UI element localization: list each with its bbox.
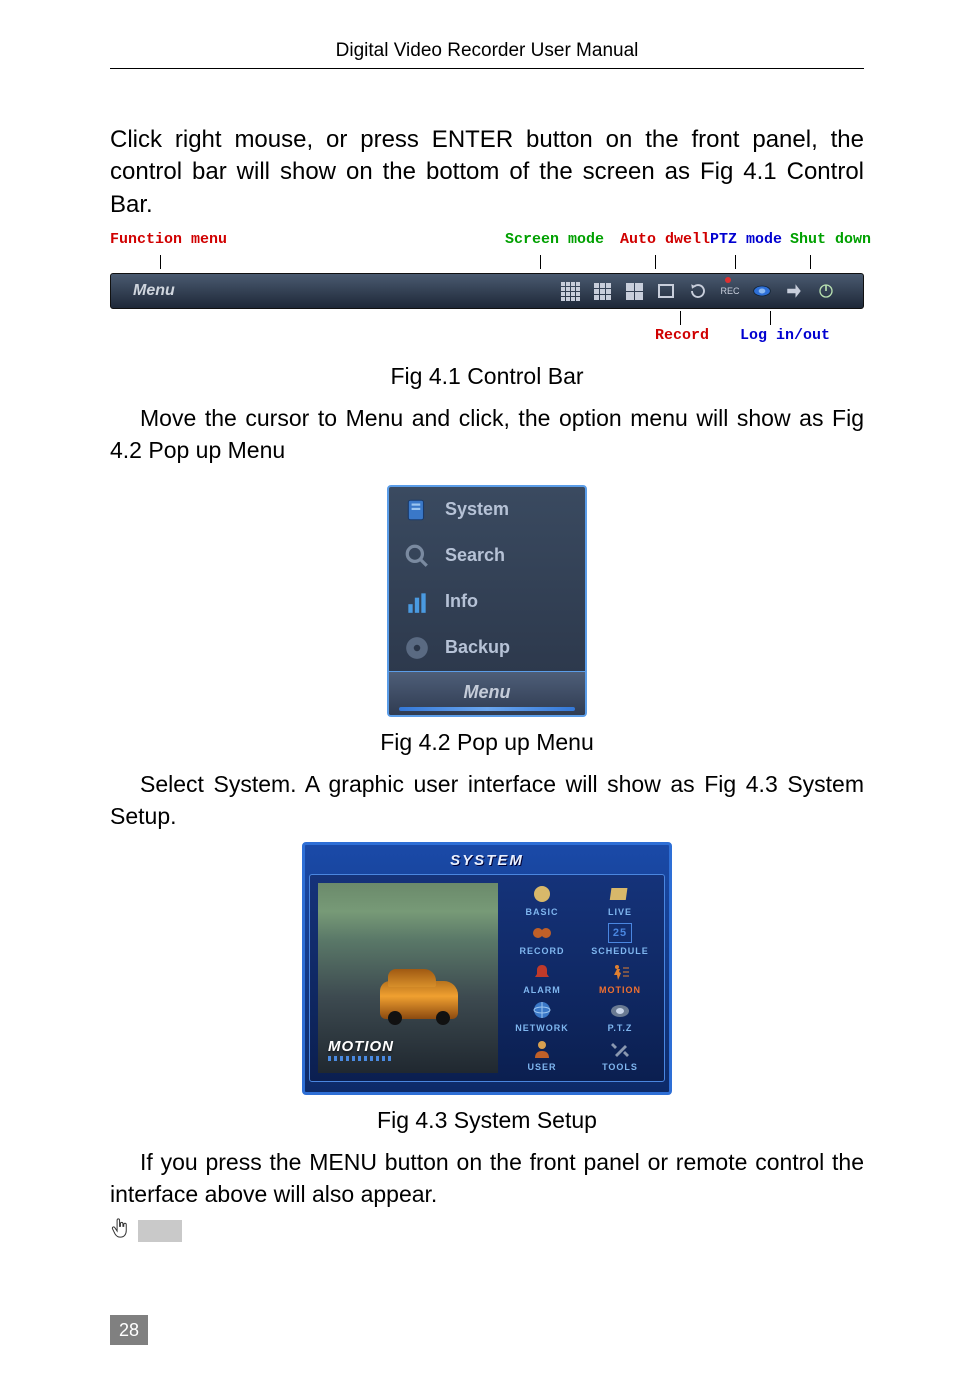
grid-9-icon[interactable] — [591, 281, 613, 301]
motion-icon — [607, 961, 633, 983]
caption-2: Fig 4.2 Pop up Menu — [110, 729, 864, 756]
auto-dwell-icon[interactable] — [687, 281, 709, 301]
figure-control-bar: Function menu Screen mode Auto dwell PTZ… — [110, 231, 864, 351]
paragraph-1: Click right mouse, or press ENTER button… — [110, 124, 864, 221]
ptz-icon[interactable] — [751, 281, 773, 301]
control-bar: Menu REC — [110, 273, 864, 309]
cell-schedule[interactable]: 25 SCHEDULE — [584, 922, 656, 957]
cell-live[interactable]: LIVE — [584, 883, 656, 918]
cell-network[interactable]: NETWORK — [506, 999, 578, 1034]
tip-placeholder — [138, 1220, 182, 1242]
paragraph-4: If you press the MENU button on the fron… — [110, 1146, 864, 1210]
popup-item-info[interactable]: Info — [389, 579, 585, 625]
page-number: 28 — [110, 1315, 148, 1345]
hand-tip-row — [110, 1216, 864, 1245]
popup-item-system[interactable]: System — [389, 487, 585, 533]
ptz-cell-icon — [607, 999, 633, 1021]
car-icon — [380, 981, 458, 1019]
top-ticks — [110, 255, 864, 273]
system-icon — [403, 497, 431, 523]
login-icon[interactable] — [783, 281, 805, 301]
search-icon — [403, 543, 431, 569]
caption-3: Fig 4.3 System Setup — [110, 1107, 864, 1134]
tools-icon — [607, 1038, 633, 1060]
bottom-ticks — [110, 309, 864, 327]
page-header: Digital Video Recorder User Manual — [110, 40, 864, 69]
popup-item-search[interactable]: Search — [389, 533, 585, 579]
network-icon — [529, 999, 555, 1021]
paragraph-2: Move the cursor to Menu and click, the o… — [110, 402, 864, 466]
figure-system-setup: SYSTEM MOTION BASIC LIVE RECORD — [302, 842, 672, 1095]
grid-4-icon[interactable] — [623, 281, 645, 301]
cell-record[interactable]: RECORD — [506, 922, 578, 957]
cell-basic[interactable]: BASIC — [506, 883, 578, 918]
popup-label: Info — [445, 591, 478, 612]
grid-1-icon[interactable] — [655, 281, 677, 301]
label-function-menu: Function menu — [110, 231, 227, 248]
cell-ptz[interactable]: P.T.Z — [584, 999, 656, 1034]
popup-label: Backup — [445, 637, 510, 658]
live-icon — [607, 883, 633, 905]
label-screen-mode: Screen mode — [505, 231, 604, 248]
popup-menu-footer[interactable]: Menu — [389, 671, 585, 715]
caption-1: Fig 4.1 Control Bar — [110, 363, 864, 390]
label-auto-dwell: Auto dwell — [620, 231, 710, 248]
schedule-icon: 25 — [607, 922, 633, 944]
user-icon — [529, 1038, 555, 1060]
label-ptz-mode: PTZ mode — [710, 231, 782, 248]
popup-item-backup[interactable]: Backup — [389, 625, 585, 671]
info-icon — [403, 589, 431, 615]
grid-16-icon[interactable] — [559, 281, 581, 301]
backup-icon — [403, 635, 431, 661]
record-cell-icon — [529, 922, 555, 944]
alarm-icon — [529, 961, 555, 983]
label-shut-down: Shut down — [790, 231, 871, 248]
cell-user[interactable]: USER — [506, 1038, 578, 1073]
menu-button[interactable]: Menu — [117, 282, 447, 300]
popup-label: System — [445, 499, 509, 520]
hand-pointer-icon — [110, 1216, 130, 1245]
figure-popup-menu: System Search Info Backup Menu — [387, 485, 587, 717]
record-icon[interactable]: REC — [719, 281, 741, 301]
power-icon[interactable] — [815, 281, 837, 301]
system-icon-grid: BASIC LIVE RECORD 25 SCHEDULE ALARM — [506, 883, 656, 1073]
label-record: Record — [655, 327, 709, 344]
basic-icon — [529, 883, 555, 905]
motion-label: MOTION — [328, 1038, 394, 1061]
control-bar-bottom-labels: Record Log in/out — [110, 327, 864, 351]
paragraph-3: Select System. A graphic user interface … — [110, 768, 864, 832]
system-preview: MOTION — [318, 883, 498, 1073]
label-log-in-out: Log in/out — [740, 327, 830, 344]
popup-label: Search — [445, 545, 505, 566]
cell-tools[interactable]: TOOLS — [584, 1038, 656, 1073]
cell-alarm[interactable]: ALARM — [506, 961, 578, 996]
control-bar-top-labels: Function menu Screen mode Auto dwell PTZ… — [110, 231, 864, 255]
system-title: SYSTEM — [309, 849, 665, 874]
cell-motion[interactable]: MOTION — [584, 961, 656, 996]
